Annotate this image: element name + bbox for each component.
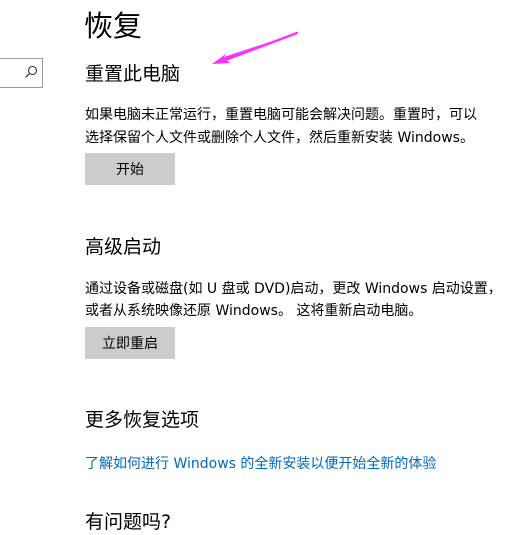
- pointer-arrow-icon: [212, 31, 299, 64]
- have-a-question-heading: 有问题吗?: [85, 511, 172, 533]
- recovery-settings-page: 恢复 重置此电脑 如果电脑未正常运行，重置电脑可能会解决问题。重置时，可以 选择…: [0, 0, 532, 535]
- advanced-startup-description-line2: 或者从系统映像还原 Windows。 这将重新启动电脑。: [85, 303, 423, 319]
- search-icon: [25, 65, 38, 78]
- search-input[interactable]: [0, 58, 43, 88]
- fresh-install-link[interactable]: 了解如何进行 Windows 的全新安装以便开始全新的体验: [85, 454, 436, 474]
- reset-pc-heading: 重置此电脑: [85, 63, 181, 85]
- get-started-button[interactable]: 开始: [85, 153, 175, 185]
- more-recovery-options-heading: 更多恢复选项: [85, 409, 200, 431]
- reset-pc-description-line2: 选择保留个人文件或删除个人文件，然后重新安装 Windows。: [85, 130, 474, 146]
- restart-now-button[interactable]: 立即重启: [85, 327, 175, 359]
- advanced-startup-description-line1: 通过设备或磁盘(如 U 盘或 DVD)启动，更改 Windows 启动设置，: [85, 281, 502, 297]
- reset-pc-description-line1: 如果电脑未正常运行，重置电脑可能会解决问题。重置时，可以: [85, 107, 477, 123]
- page-title: 恢复: [84, 9, 143, 43]
- advanced-startup-heading: 高级启动: [85, 236, 162, 258]
